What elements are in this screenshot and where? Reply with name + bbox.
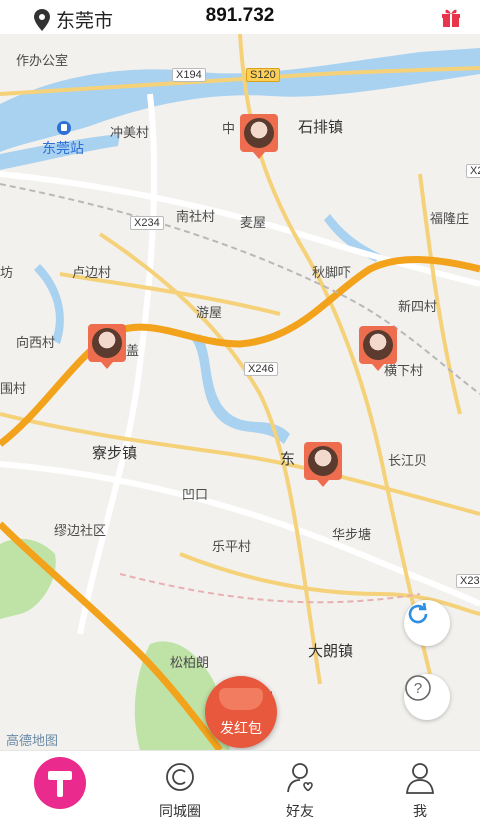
avatar	[92, 328, 122, 358]
map-label: 长江贝	[388, 453, 428, 468]
map-label: 冲美村	[110, 125, 150, 140]
map-label: 福隆庄	[430, 211, 470, 226]
map-label: 围村	[0, 381, 27, 396]
user-pin[interactable]	[240, 114, 278, 159]
avatar	[244, 118, 274, 148]
gift-icon[interactable]	[440, 6, 462, 28]
tab-friends[interactable]: 好友	[240, 751, 360, 821]
tab-label: 我	[413, 803, 427, 819]
balance-amount: 891.732	[205, 5, 275, 26]
map-label: 新四村	[398, 299, 438, 314]
help-button[interactable]: ?	[404, 674, 450, 720]
map-label: 缪边社区	[54, 523, 107, 538]
red-packet-icon	[219, 688, 263, 710]
tab-city-circle[interactable]: 同城圈	[120, 751, 240, 821]
circle-feed-icon	[166, 763, 194, 791]
red-packet-label: 发红包	[220, 720, 262, 736]
map-label: 秋脚吓	[312, 265, 352, 280]
avatar	[308, 446, 338, 476]
road-shield: X2	[466, 164, 480, 178]
map-label: 坊	[0, 265, 14, 280]
map-view[interactable]: 作办公室 东莞站 冲美村 中 石排镇 南社村 麦屋 福隆庄 卢边村 秋脚吓 坊 …	[0, 34, 480, 750]
svg-text:?: ?	[414, 680, 422, 697]
question-icon: ?	[405, 675, 431, 701]
road-shield: X234	[130, 216, 164, 230]
map-brand: 高德地图	[6, 733, 59, 748]
map-label: 卢边村	[72, 265, 112, 280]
hammer-home-icon	[34, 757, 86, 809]
tab-me[interactable]: 我	[360, 751, 480, 821]
bottom-tab-bar: 同城圈 好友 我	[0, 750, 480, 821]
user-pin[interactable]	[88, 324, 126, 369]
map-label-town: 寮步镇	[92, 445, 138, 462]
map-label: 南社村	[176, 209, 216, 224]
map-label-town: 石排镇	[298, 119, 344, 136]
road-shield: X246	[244, 362, 278, 376]
road-shield: X23	[456, 574, 480, 588]
map-label-town: 大朗镇	[308, 643, 354, 660]
user-pin[interactable]	[359, 326, 397, 371]
map-label-station: 东莞站	[42, 140, 84, 156]
map-label: 盖	[126, 343, 140, 358]
map-label: 东	[280, 451, 296, 468]
map-label: 乐平村	[212, 539, 252, 554]
map-label: 松柏朗	[170, 655, 210, 670]
top-bar: 东莞市 891.732	[0, 0, 480, 34]
refresh-icon	[408, 602, 428, 624]
map-label: 凹口	[182, 487, 209, 502]
map-label: 向西村	[16, 335, 56, 350]
road-shield: S120	[246, 68, 280, 82]
avatar	[363, 330, 393, 360]
road-shield: X194	[172, 68, 206, 82]
tab-home[interactable]	[0, 751, 120, 821]
send-red-packet-button[interactable]: 发红包	[205, 676, 277, 748]
tab-label: 好友	[286, 803, 314, 819]
profile-icon	[406, 763, 434, 794]
map-label: 华步塘	[332, 527, 372, 542]
map-label: 游屋	[196, 305, 223, 320]
map-label: 中	[222, 121, 236, 136]
tab-label: 同城圈	[159, 803, 201, 819]
map-label: 作办公室	[16, 53, 69, 68]
friends-icon	[287, 763, 313, 793]
user-pin[interactable]	[304, 442, 342, 487]
map-label: 麦屋	[240, 215, 267, 230]
refresh-button[interactable]	[404, 600, 450, 646]
